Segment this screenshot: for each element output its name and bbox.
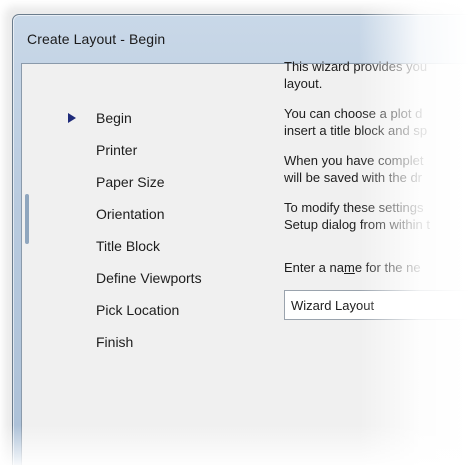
window-title: Create Layout - Begin: [27, 31, 166, 47]
step-begin: Begin: [60, 108, 240, 140]
layout-name-input[interactable]: [284, 290, 469, 320]
current-step-arrow-icon: [68, 113, 76, 123]
wizard-steps-list: Begin Printer Paper Size Orientation Tit…: [60, 108, 240, 364]
step-pick-location: Pick Location: [60, 300, 240, 332]
step-label: Orientation: [96, 206, 165, 222]
step-orientation: Orientation: [60, 204, 240, 236]
step-finish: Finish: [60, 332, 240, 364]
window-side-accent: [25, 194, 29, 244]
description-paragraph-3: When you have complet will be saved with…: [284, 153, 424, 185]
description-paragraph-4: To modify these settings Setup dialog fr…: [284, 200, 430, 232]
step-label: Define Viewports: [96, 270, 202, 286]
step-label: Printer: [96, 142, 138, 158]
mnemonic-letter: m: [344, 260, 355, 275]
step-define-viewports: Define Viewports: [60, 268, 240, 300]
step-title-block: Title Block: [60, 236, 240, 268]
step-paper-size: Paper Size: [60, 172, 240, 204]
description-paragraph-1: This wizard provides you layout.: [284, 59, 428, 91]
step-label: Paper Size: [96, 174, 165, 190]
step-label: Pick Location: [96, 302, 180, 318]
wizard-description: This wizard provides you layout. You can…: [284, 58, 469, 320]
step-label: Title Block: [96, 238, 161, 254]
title-bar[interactable]: Create Layout - Begin: [13, 15, 469, 63]
screenshot-stage: Create Layout - Begin Begin Printer Pape…: [0, 0, 469, 465]
step-label: Begin: [96, 110, 132, 126]
step-label: Finish: [96, 334, 134, 350]
description-paragraph-2: You can choose a plot d insert a title b…: [284, 106, 428, 138]
layout-name-label: Enter a name for the ne: [284, 260, 421, 275]
step-printer: Printer: [60, 140, 240, 172]
